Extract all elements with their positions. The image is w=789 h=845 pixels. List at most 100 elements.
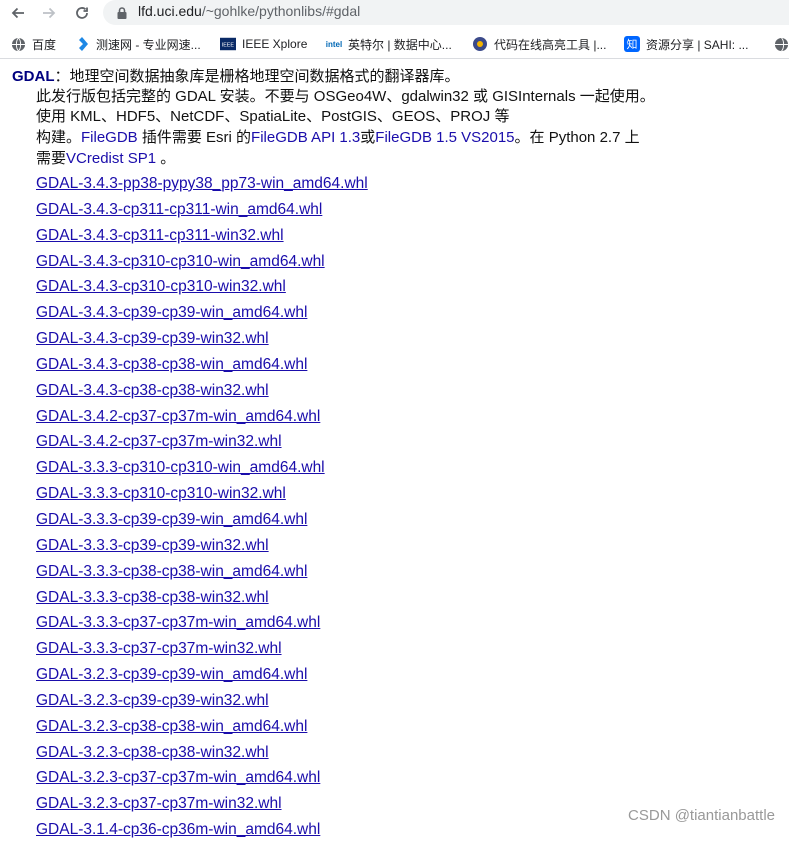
wheel-download-link[interactable]: GDAL-3.4.3-cp310-cp310-win_amd64.whl (36, 253, 325, 270)
bookmark-label: 英特尔 | 数据中心... (348, 37, 452, 52)
description-text: 此发行版包括完整的 GDAL 安装。不要与 OSGeo4W、gdalwin32 … (36, 88, 655, 105)
forward-button[interactable] (39, 3, 59, 23)
wheel-download-link[interactable]: GDAL-3.2.3-cp39-cp39-win_amd64.whl (36, 666, 307, 683)
wheel-download-link[interactable]: GDAL-3.1.4-cp36-cp36m-win_amd64.whl (36, 821, 320, 838)
list-item: GDAL-3.2.3-cp37-cp37m-win32.whl (36, 793, 368, 819)
bookmark-label: 资源分享 | SAHI: ... (646, 37, 749, 52)
list-item: GDAL-3.2.3-cp38-cp38-win32.whl (36, 742, 368, 768)
section-title: GDAL：地理空间数据抽象库是栅格地理空间数据格式的翻译器库。 (12, 65, 460, 86)
description-text: 构建。 (36, 129, 82, 146)
list-item: GDAL-3.4.3-cp311-cp311-win32.whl (36, 225, 368, 251)
wheel-download-link[interactable]: GDAL-3.4.3-cp38-cp38-win32.whl (36, 382, 269, 399)
wheel-download-link[interactable]: GDAL-3.3.3-cp38-cp38-win_amd64.whl (36, 563, 307, 580)
description-text: 。在 Python 2.7 上 (514, 129, 640, 146)
wheel-download-link[interactable]: GDAL-3.4.3-cp311-cp311-win_amd64.whl (36, 201, 322, 218)
vcredist-link[interactable]: VCredist SP1 (66, 150, 156, 167)
description-line: 构建。FileGDB 插件需要 Esri 的FileGDB API 1.3或Fi… (36, 127, 640, 148)
bookmark-intel[interactable]: intel 英特尔 | 数据中心... (326, 35, 452, 53)
list-item: GDAL-3.4.3-cp310-cp310-win_amd64.whl (36, 251, 368, 277)
filegdb-api-link[interactable]: FileGDB API 1.3 (251, 129, 360, 146)
description-text: 或 (360, 129, 376, 146)
description-line: 此发行版包括完整的 GDAL 安装。不要与 OSGeo4W、gdalwin32 … (36, 86, 655, 107)
wheel-download-link[interactable]: GDAL-3.3.3-cp37-cp37m-win_amd64.whl (36, 614, 320, 631)
bookmark-baidu[interactable]: 百度 (10, 35, 56, 53)
list-item: GDAL-3.2.3-cp39-cp39-win_amd64.whl (36, 664, 368, 690)
list-item: GDAL-3.3.3-cp37-cp37m-win32.whl (36, 638, 368, 664)
list-item: GDAL-3.4.3-cp311-cp311-win_amd64.whl (36, 199, 368, 225)
wheel-download-link[interactable]: GDAL-3.4.3-pp38-pypy38_pp73-win_amd64.wh… (36, 175, 368, 192)
svg-text:IEEE: IEEE (222, 43, 235, 49)
bookmark-more[interactable] (773, 35, 789, 53)
bookmark-zhihu[interactable]: 知 资源分享 | SAHI: ... (624, 35, 748, 53)
filegdb-link[interactable]: FileGDB (81, 129, 138, 146)
bookmark-code-highlight[interactable]: 代码在线高亮工具 |... (472, 35, 606, 53)
wheel-download-link[interactable]: GDAL-3.4.3-cp39-cp39-win32.whl (36, 330, 269, 347)
list-item: GDAL-3.2.3-cp37-cp37m-win_amd64.whl (36, 767, 368, 793)
wheel-download-link[interactable]: GDAL-3.4.3-cp38-cp38-win_amd64.whl (36, 356, 307, 373)
bookmark-label: 测速网 - 专业网速... (96, 37, 201, 52)
globe-icon (773, 36, 789, 52)
bookmark-label: 代码在线高亮工具 |... (494, 37, 607, 52)
list-item: GDAL-3.2.3-cp38-cp38-win_amd64.whl (36, 716, 368, 742)
filegdb-vs2015-link[interactable]: FileGDB 1.5 VS2015 (375, 129, 514, 146)
description-text: 需要 (36, 150, 67, 167)
list-item: GDAL-3.3.3-cp310-cp310-win_amd64.whl (36, 457, 368, 483)
description-text: 使用 KML、HDF5、NetCDF、SpatiaLite、PostGIS、GE… (36, 108, 510, 125)
bookmark-speedtest[interactable]: 测速网 - 专业网速... (74, 35, 201, 53)
code-icon (472, 36, 488, 52)
list-item: GDAL-3.1.4-cp36-cp36m-win_amd64.whl (36, 819, 368, 845)
section-summary: ：地理空间数据抽象库是栅格地理空间数据格式的翻译器库。 (54, 68, 460, 85)
speedtest-icon (74, 36, 90, 52)
wheel-download-link[interactable]: GDAL-3.2.3-cp38-cp38-win32.whl (36, 744, 269, 761)
list-item: GDAL-3.3.3-cp310-cp310-win32.whl (36, 483, 368, 509)
wheel-file-list: GDAL-3.4.3-pp38-pypy38_pp73-win_amd64.wh… (36, 173, 368, 845)
zhihu-icon: 知 (624, 36, 640, 52)
list-item: GDAL-3.2.3-cp39-cp39-win32.whl (36, 690, 368, 716)
wheel-download-link[interactable]: GDAL-3.3.3-cp310-cp310-win_amd64.whl (36, 459, 325, 476)
url-text[interactable]: lfd.uci.edu/~gohlke/pythonlibs/#gdal (138, 3, 360, 19)
list-item: GDAL-3.4.2-cp37-cp37m-win32.whl (36, 431, 368, 457)
lock-icon (115, 5, 129, 19)
list-item: GDAL-3.3.3-cp38-cp38-win32.whl (36, 587, 368, 613)
wheel-download-link[interactable]: GDAL-3.3.3-cp39-cp39-win32.whl (36, 537, 269, 554)
wheel-download-link[interactable]: GDAL-3.3.3-cp310-cp310-win32.whl (36, 485, 286, 502)
list-item: GDAL-3.4.3-cp39-cp39-win32.whl (36, 328, 368, 354)
wheel-download-link[interactable]: GDAL-3.3.3-cp39-cp39-win_amd64.whl (36, 511, 307, 528)
url-path: /~gohlke/pythonlibs/#gdal (201, 3, 361, 19)
wheel-download-link[interactable]: GDAL-3.4.2-cp37-cp37m-win32.whl (36, 433, 282, 450)
wheel-download-link[interactable]: GDAL-3.4.3-cp310-cp310-win32.whl (36, 278, 286, 295)
url-host: lfd.uci.edu (138, 3, 202, 19)
forward-arrow-icon (43, 7, 56, 19)
list-item: GDAL-3.4.3-cp39-cp39-win_amd64.whl (36, 302, 368, 328)
globe-icon (10, 36, 26, 52)
list-item: GDAL-3.3.3-cp39-cp39-win_amd64.whl (36, 509, 368, 535)
wheel-download-link[interactable]: GDAL-3.3.3-cp38-cp38-win32.whl (36, 589, 269, 606)
section-name: GDAL (12, 68, 55, 85)
bookmark-ieee[interactable]: IEEE IEEE Xplore (220, 35, 307, 53)
list-item: GDAL-3.3.3-cp38-cp38-win_amd64.whl (36, 561, 368, 587)
wheel-download-link[interactable]: GDAL-3.3.3-cp37-cp37m-win32.whl (36, 640, 282, 657)
wheel-download-link[interactable]: GDAL-3.2.3-cp37-cp37m-win_amd64.whl (36, 769, 320, 786)
bookmark-label: IEEE Xplore (242, 37, 308, 51)
back-button[interactable] (8, 3, 28, 23)
description-line: 使用 KML、HDF5、NetCDF、SpatiaLite、PostGIS、GE… (36, 106, 509, 127)
description-line: 需要VCredist SP1 。 (36, 148, 175, 169)
wheel-download-link[interactable]: GDAL-3.4.3-cp311-cp311-win32.whl (36, 227, 284, 244)
list-item: GDAL-3.3.3-cp37-cp37m-win_amd64.whl (36, 612, 368, 638)
description-text: 插件需要 Esri 的 (137, 129, 252, 146)
reload-button[interactable] (72, 3, 92, 23)
watermark: CSDN @tiantianbattle (628, 807, 775, 824)
wheel-download-link[interactable]: GDAL-3.4.3-cp39-cp39-win_amd64.whl (36, 304, 307, 321)
bookmarks-bar: 百度 测速网 - 专业网速... IEEE IEEE Xplore intel … (0, 30, 789, 59)
list-item: GDAL-3.4.3-cp310-cp310-win32.whl (36, 276, 368, 302)
intel-icon: intel (325, 39, 343, 49)
ieee-icon: IEEE (220, 36, 236, 52)
bookmark-label: 百度 (32, 37, 57, 52)
wheel-download-link[interactable]: GDAL-3.2.3-cp38-cp38-win_amd64.whl (36, 718, 307, 735)
wheel-download-link[interactable]: GDAL-3.4.2-cp37-cp37m-win_amd64.whl (36, 408, 320, 425)
reload-icon (76, 7, 88, 19)
wheel-download-link[interactable]: GDAL-3.2.3-cp37-cp37m-win32.whl (36, 795, 282, 812)
list-item: GDAL-3.4.3-pp38-pypy38_pp73-win_amd64.wh… (36, 173, 368, 199)
list-item: GDAL-3.4.3-cp38-cp38-win_amd64.whl (36, 354, 368, 380)
wheel-download-link[interactable]: GDAL-3.2.3-cp39-cp39-win32.whl (36, 692, 269, 709)
